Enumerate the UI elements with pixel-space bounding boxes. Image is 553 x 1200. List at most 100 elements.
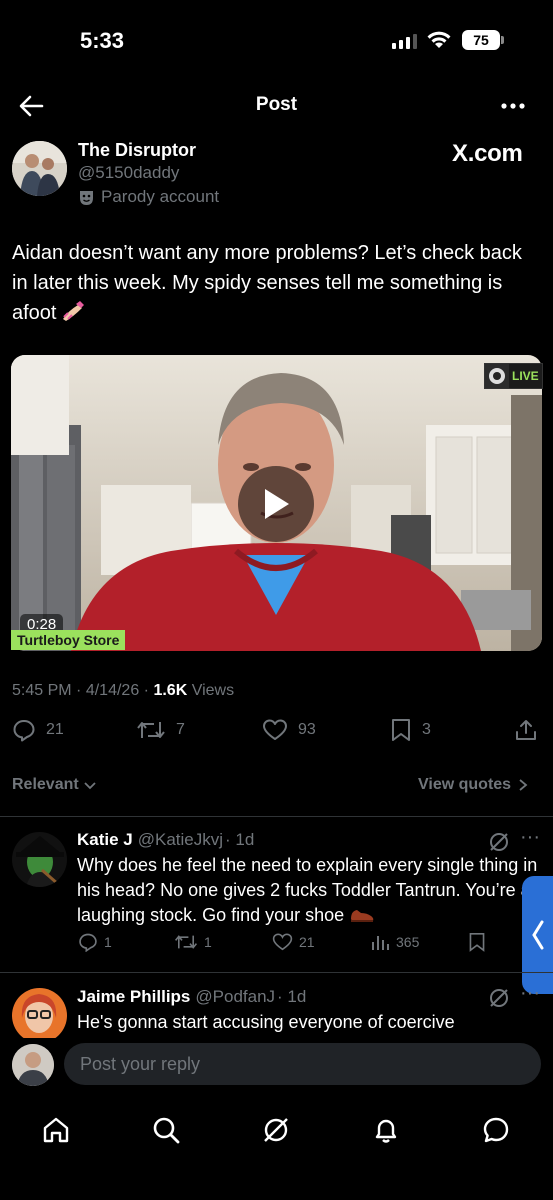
sort-relevant-button[interactable]: Relevant <box>12 776 97 794</box>
reply-bookmark-button[interactable] <box>468 932 486 952</box>
reply-age: · 1d <box>277 987 307 1006</box>
notifications-icon <box>375 1119 397 1143</box>
chevron-left-icon <box>531 920 543 950</box>
bookmark-icon <box>469 933 485 952</box>
bookmark-button[interactable]: 3 <box>390 718 431 742</box>
reply-text: Why does he feel the need to explain eve… <box>77 853 542 928</box>
chevron-right-icon <box>519 779 528 791</box>
grok-icon[interactable] <box>488 987 510 1009</box>
home-icon <box>43 1117 69 1143</box>
author-name[interactable]: The Disruptor <box>78 140 196 161</box>
reply-reply-count: 1 <box>104 934 112 950</box>
reply-action-bar: 1 1 21 365 <box>0 932 553 958</box>
side-panel-handle[interactable] <box>522 876 553 994</box>
post-body: Aidan doesn’t want any more problems? Le… <box>12 242 522 324</box>
battery-indicator: 75 <box>462 30 500 50</box>
battery-nub <box>501 36 504 44</box>
reply-author-handle: @PodfanJ <box>195 987 276 1006</box>
status-time: 5:33 <box>80 28 125 53</box>
post-action-bar: 21 7 93 3 <box>0 718 553 752</box>
search-icon <box>153 1117 180 1144</box>
post-text: Aidan doesn’t want any more problems? Le… <box>12 238 542 328</box>
grok-icon <box>264 1118 288 1142</box>
like-icon <box>272 933 293 951</box>
parody-mask-icon <box>80 190 93 205</box>
reply-view-count: 365 <box>396 934 420 950</box>
cellular-signal-icon <box>392 33 417 49</box>
share-button[interactable] <box>514 718 538 742</box>
play-icon <box>265 489 289 519</box>
reply-like-button[interactable]: 21 <box>272 932 315 952</box>
reply-count: 21 <box>46 721 64 738</box>
reply-more-icon[interactable]: ··· <box>520 826 540 849</box>
source-watermark: X.com <box>452 140 523 167</box>
reply-button[interactable]: 21 <box>12 718 64 742</box>
my-avatar[interactable] <box>12 1044 54 1086</box>
reply-author-handle: @KatieJkvj <box>137 830 224 849</box>
play-button[interactable] <box>238 466 314 542</box>
like-count: 93 <box>298 721 316 738</box>
reply-author-name: Jaime Phillips <box>77 987 191 1006</box>
repost-button[interactable]: 7 <box>136 718 185 742</box>
tab-grok[interactable] <box>256 1110 296 1150</box>
sort-label: Relevant <box>12 776 79 793</box>
like-icon <box>263 719 287 740</box>
reply-like-count: 21 <box>299 934 315 950</box>
reply-age: · 1d <box>225 830 255 849</box>
repost-count: 7 <box>176 721 185 738</box>
like-button[interactable]: 93 <box>262 718 316 742</box>
bottom-tab-bar <box>0 1100 553 1200</box>
bookmark-icon <box>392 719 410 741</box>
shoe-emoji-icon <box>351 910 374 922</box>
live-mascot-icon <box>485 364 509 388</box>
reply-avatar[interactable] <box>12 988 67 1043</box>
tab-home[interactable] <box>36 1110 76 1150</box>
more-icon[interactable] <box>498 94 528 118</box>
post-time: 5:45 PM <box>12 682 72 699</box>
view-quotes-link[interactable]: View quotes <box>418 776 529 794</box>
reply-repost-count: 1 <box>204 934 212 950</box>
post-date: 4/14/26 <box>85 682 140 699</box>
messages-icon <box>483 1117 509 1143</box>
status-bar: 5:33 75 <box>0 0 553 80</box>
view-quotes-label: View quotes <box>418 776 512 793</box>
post-meta: 5:45 PM · 4/14/26 · 1.6K Views <box>12 682 234 700</box>
reply-body: Why does he feel the need to explain eve… <box>77 855 538 925</box>
divider <box>0 972 553 973</box>
grok-icon[interactable] <box>488 831 510 853</box>
reply-icon <box>79 933 97 952</box>
meta-separator: · <box>76 682 86 699</box>
wifi-icon <box>427 31 451 48</box>
nav-header: Post <box>0 80 553 132</box>
tab-search[interactable] <box>146 1110 186 1150</box>
divider <box>0 816 553 817</box>
author-avatar[interactable] <box>12 141 67 196</box>
live-badge: LIVE <box>484 363 543 389</box>
tab-notifications[interactable] <box>366 1110 406 1150</box>
reply-avatar[interactable] <box>12 832 67 887</box>
reply-composer <box>0 1038 553 1094</box>
reply-input[interactable] <box>64 1043 541 1085</box>
chevron-down-icon <box>84 782 96 790</box>
repost-icon <box>174 935 198 949</box>
repost-icon <box>137 722 165 738</box>
nail-polish-emoji-icon <box>63 301 85 321</box>
page-title: Post <box>255 94 298 115</box>
reply-reply-button[interactable]: 1 <box>78 932 112 952</box>
views-count[interactable]: 1.6K <box>153 682 187 699</box>
video-store-label: Turtleboy Store <box>11 630 126 650</box>
tab-messages[interactable] <box>476 1110 516 1150</box>
reply-author[interactable]: Jaime Phillips @PodfanJ · 1d <box>77 987 306 1007</box>
reply-author-name: Katie J <box>77 830 133 849</box>
reply-views-button[interactable]: 365 <box>370 932 419 952</box>
reply-repost-button[interactable]: 1 <box>174 932 212 952</box>
author-handle[interactable]: @5150daddy <box>78 163 179 183</box>
parody-badge: Parody account <box>78 187 219 207</box>
reply-more-icon[interactable]: ··· <box>520 982 540 1005</box>
live-label: LIVE <box>509 369 542 383</box>
views-label: Views <box>191 682 235 699</box>
reply-text: He's gonna start accusing everyone of co… <box>77 1012 455 1032</box>
bookmark-count: 3 <box>422 721 431 738</box>
reply-author[interactable]: Katie J @KatieJkvj · 1d <box>77 830 254 850</box>
reply-icon <box>13 720 35 742</box>
